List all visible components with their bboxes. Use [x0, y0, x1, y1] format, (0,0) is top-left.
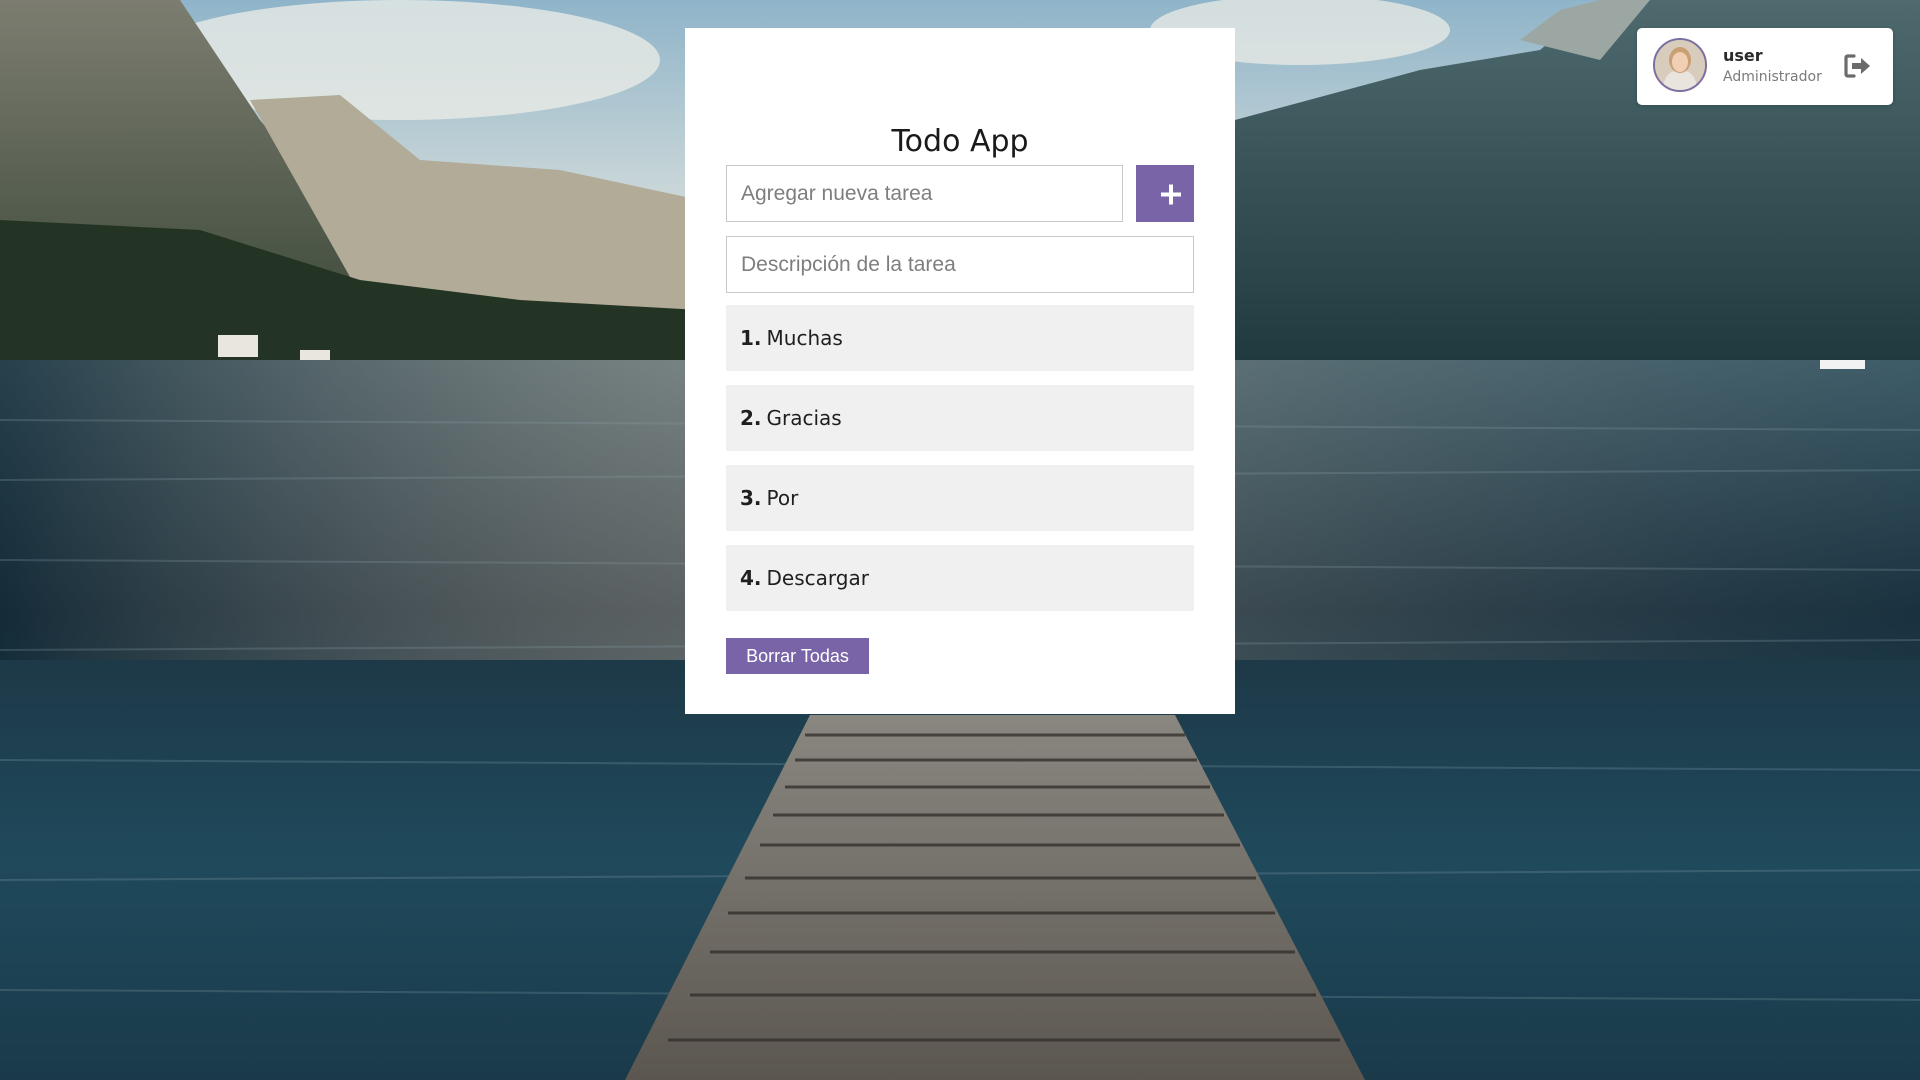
task-item[interactable]: 4. Descargar	[726, 545, 1194, 611]
user-photo	[1655, 40, 1705, 90]
task-list: 1. Muchas 2. Gracias 3. Por 4. Descargar	[726, 305, 1194, 625]
new-task-input[interactable]	[726, 165, 1123, 222]
task-label: Muchas	[766, 326, 843, 350]
task-description-input[interactable]	[726, 236, 1194, 293]
add-task-button[interactable]	[1136, 165, 1194, 222]
avatar	[1653, 38, 1707, 92]
user-name: user	[1723, 46, 1763, 65]
page-title: Todo App	[891, 124, 1029, 159]
task-item[interactable]: 1. Muchas	[726, 305, 1194, 371]
task-item[interactable]: 3. Por	[726, 465, 1194, 531]
task-label: Gracias	[766, 406, 842, 430]
task-label: Por	[766, 486, 799, 510]
task-number: 1.	[740, 326, 762, 350]
logout-icon	[1844, 54, 1870, 78]
logout-button[interactable]	[1841, 50, 1873, 82]
task-label: Descargar	[766, 566, 869, 590]
todo-card: Todo App 1. Muchas 2. Gracias 3. Por 4. …	[685, 28, 1235, 714]
plus-icon	[1161, 184, 1181, 205]
task-number: 4.	[740, 566, 762, 590]
task-number: 3.	[740, 486, 762, 510]
task-number: 2.	[740, 406, 762, 430]
user-profile-card: user Administrador	[1637, 28, 1893, 105]
user-role: Administrador	[1723, 69, 1822, 85]
task-item[interactable]: 2. Gracias	[726, 385, 1194, 451]
clear-all-button[interactable]: Borrar Todas	[726, 638, 869, 674]
